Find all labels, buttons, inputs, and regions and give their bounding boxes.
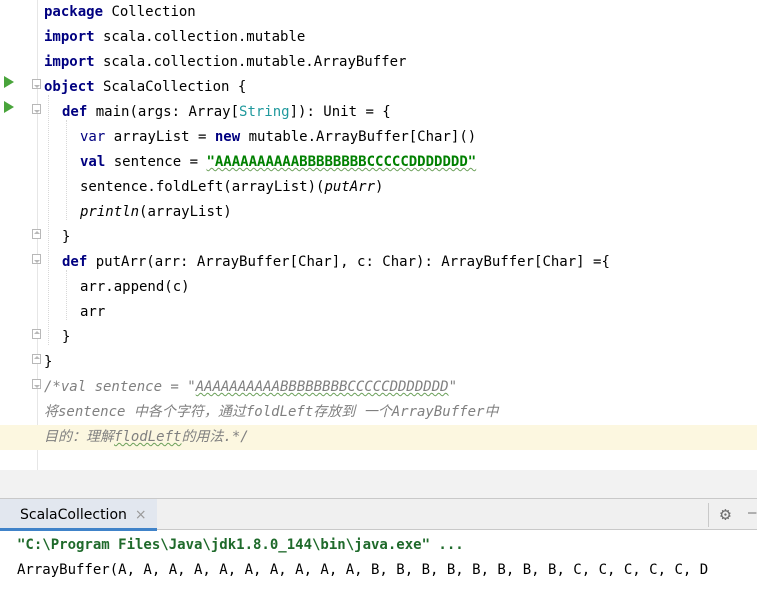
code-line[interactable]: val sentence = "AAAAAAAAAABBBBBBBBCCCCCD… (0, 150, 757, 175)
keyword: val (80, 154, 106, 170)
code-line[interactable]: sentence.foldLeft(arrayList)(putArr) (0, 175, 757, 200)
code-line[interactable]: var arrayList = new mutable.ArrayBuffer[… (0, 125, 757, 150)
run-tab-label: ScalaCollection (20, 507, 127, 523)
keyword: package (44, 4, 104, 20)
code-text: scala.collection.mutable (94, 29, 306, 45)
panel-splitter[interactable] (0, 470, 757, 498)
keyword: var (80, 129, 106, 145)
code-text: main(args: Array[ (87, 104, 240, 120)
gear-icon[interactable]: ⚙ (720, 505, 731, 525)
code-text: arr (80, 304, 106, 320)
type-name: String (239, 104, 290, 120)
code-text: ) (375, 179, 384, 195)
keyword: def (62, 254, 88, 270)
code-line[interactable]: } (0, 325, 757, 350)
code-line[interactable]: } (0, 225, 757, 250)
console-output-line: ArrayBuffer(A, A, A, A, A, A, A, A, A, A… (17, 562, 709, 578)
comment-text: 的用法.*/ (181, 429, 249, 445)
keyword: new (214, 129, 241, 145)
comment-text: 目的：理解 (44, 429, 114, 445)
code-text: putArr(arr: ArrayBuffer[Char], c: Char):… (87, 254, 610, 270)
code-text: ScalaCollection { (94, 79, 247, 95)
code-line[interactable]: package Collection (0, 0, 757, 25)
divider (708, 503, 709, 527)
code-text: (arrayList) (139, 204, 232, 220)
comment-text: 将sentence 中各个字符，通过foldLeft存放到 一个ArrayBuf… (44, 404, 499, 420)
run-toolwindow-header: ScalaCollection × ⚙ – (0, 498, 757, 531)
code-text: } (62, 329, 71, 345)
code-line[interactable]: println(arrayList) (0, 200, 757, 225)
keyword: object (44, 79, 95, 95)
keyword: import (44, 54, 95, 70)
code-text: } (44, 354, 53, 370)
string-literal: "AAAAAAAAAABBBBBBBBCCCCCDDDDDDD" (206, 154, 477, 170)
code-line[interactable]: object ScalaCollection { (0, 75, 757, 100)
run-tab[interactable]: ScalaCollection × (0, 499, 157, 531)
close-icon[interactable]: × (135, 507, 147, 523)
comment-text: flodLeft (114, 429, 182, 445)
code-text: scala.collection.mutable.ArrayBuffer (94, 54, 407, 70)
comment-text: AAAAAAAAAABBBBBBBBCCCCCDDDDDDD (195, 379, 449, 395)
keyword: def (62, 104, 88, 120)
code-editor[interactable]: package Collection import scala.collecti… (0, 0, 757, 470)
code-line[interactable]: /*val sentence = "AAAAAAAAAABBBBBBBBCCCC… (0, 375, 757, 400)
keyword: import (44, 29, 95, 45)
code-line[interactable]: arr.append(c) (0, 275, 757, 300)
comment-text: " (448, 379, 458, 395)
code-line[interactable]: def putArr(arr: ArrayBuffer[Char], c: Ch… (0, 250, 757, 275)
code-text: mutable.ArrayBuffer[Char]() (240, 129, 477, 145)
code-text: } (62, 229, 71, 245)
comment-text: /*val sentence = " (44, 379, 196, 395)
current-code-line[interactable]: 目的：理解flodLeft的用法.*/ (0, 425, 757, 450)
console-command-line: "C:\Program Files\Java\jdk1.8.0_144\bin\… (17, 537, 464, 553)
minimize-icon[interactable]: – (748, 505, 756, 521)
function-ref: putArr (324, 179, 376, 195)
code-text: sentence = (105, 154, 207, 170)
code-text: Collection (103, 4, 196, 20)
code-text: arr.append(c) (80, 279, 190, 295)
code-text: ]): Unit = { (289, 104, 391, 120)
code-line[interactable]: arr (0, 300, 757, 325)
code-line[interactable]: 将sentence 中各个字符，通过foldLeft存放到 一个ArrayBuf… (0, 400, 757, 425)
function-ref: println (80, 204, 140, 220)
code-text: arrayList = (105, 129, 215, 145)
code-text: sentence.foldLeft(arrayList)( (80, 179, 325, 195)
console-output[interactable]: "C:\Program Files\Java\jdk1.8.0_144\bin\… (0, 531, 757, 593)
code-line[interactable]: import scala.collection.mutable.ArrayBuf… (0, 50, 757, 75)
code-line[interactable]: def main(args: Array[String]): Unit = { (0, 100, 757, 125)
code-line[interactable]: import scala.collection.mutable (0, 25, 757, 50)
code-line[interactable]: } (0, 350, 757, 375)
